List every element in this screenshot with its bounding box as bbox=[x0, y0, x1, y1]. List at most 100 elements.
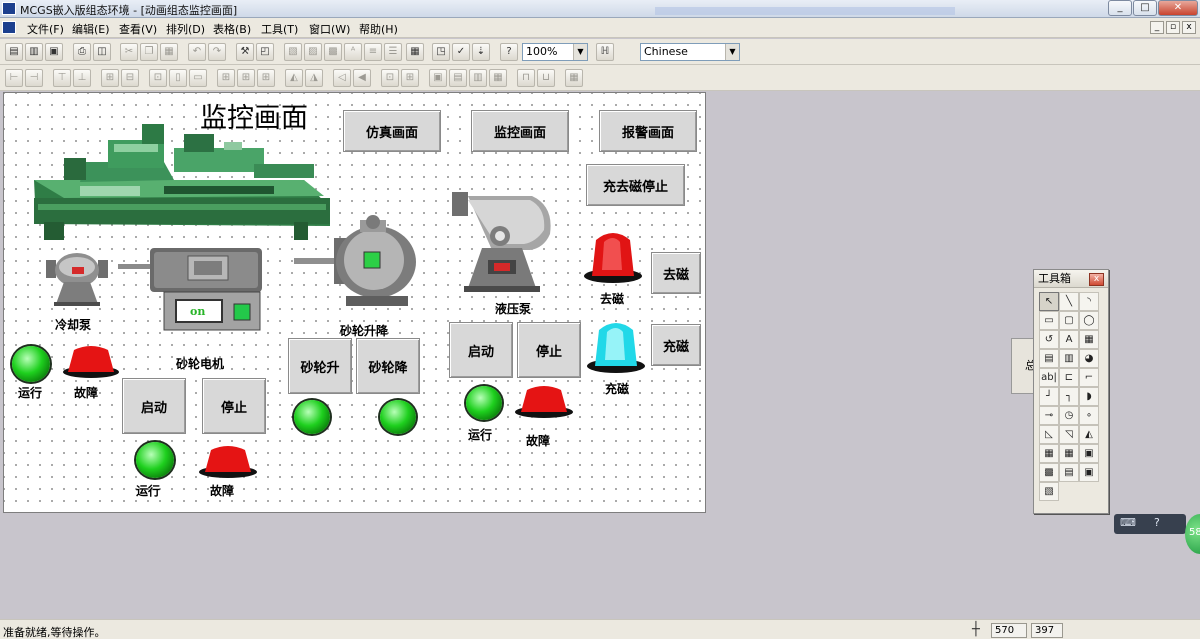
align-center-h-icon[interactable]: ⊞ bbox=[101, 69, 119, 87]
cut-icon[interactable]: ✂ bbox=[120, 43, 138, 61]
align-center-v-icon[interactable]: ⊟ bbox=[121, 69, 139, 87]
close-button[interactable]: ✕ bbox=[1158, 0, 1198, 16]
format-icon[interactable]: ▧ bbox=[284, 43, 302, 61]
keyboard-icon[interactable]: ⌨ bbox=[1120, 516, 1136, 529]
list-tool-icon[interactable]: ▤ bbox=[1059, 463, 1079, 482]
bring-front-icon[interactable]: ▣ bbox=[429, 69, 447, 87]
rotate-right-icon[interactable]: ◀ bbox=[353, 69, 371, 87]
tools-icon[interactable]: ⚒ bbox=[236, 43, 254, 61]
custom-window-icon[interactable]: ▣ bbox=[1079, 463, 1099, 482]
bar-chart-tool-icon[interactable]: ▩ bbox=[1039, 463, 1059, 482]
wheel-up-button[interactable]: 砂轮升 bbox=[288, 338, 352, 394]
same-width-icon[interactable]: ⊡ bbox=[149, 69, 167, 87]
flip-v-icon[interactable]: ◮ bbox=[305, 69, 323, 87]
toolbox-icon[interactable]: ◰ bbox=[256, 43, 274, 61]
help-icon[interactable]: ? bbox=[500, 43, 518, 61]
chevron-down-icon[interactable]: ▼ bbox=[725, 44, 739, 60]
properties-icon[interactable]: ◳ bbox=[432, 43, 450, 61]
wheel-down-button[interactable]: 砂轮降 bbox=[356, 338, 420, 394]
fill-icon[interactable]: ▨ bbox=[304, 43, 322, 61]
send-back-icon[interactable]: ▤ bbox=[449, 69, 467, 87]
align-bottom-icon[interactable]: ⊥ bbox=[73, 69, 91, 87]
rectangle-tool-icon[interactable]: ▭ bbox=[1039, 311, 1059, 330]
toolbox-close-button[interactable]: x bbox=[1089, 273, 1104, 286]
button-tool-icon[interactable]: ⌐ bbox=[1079, 368, 1099, 387]
alarm-screen-button[interactable]: 报警画面 bbox=[599, 110, 697, 152]
flip-h-icon[interactable]: ◭ bbox=[285, 69, 303, 87]
report-tool-icon[interactable]: ▦ bbox=[1059, 444, 1079, 463]
menu-window[interactable]: 窗口(W) bbox=[309, 21, 350, 37]
zoom-select[interactable]: 100% ▼ bbox=[522, 43, 588, 61]
label-tool-icon[interactable]: A bbox=[1059, 330, 1079, 349]
input-box-icon[interactable]: ab| bbox=[1039, 368, 1059, 387]
mag-demag-stop-button[interactable]: 充去磁停止 bbox=[586, 164, 685, 206]
language-select[interactable]: Chinese ▼ bbox=[640, 43, 740, 61]
magnetize-button[interactable]: 充磁 bbox=[651, 324, 701, 366]
history-chart-icon[interactable]: ◹ bbox=[1059, 425, 1079, 444]
language-icon[interactable]: ℍ bbox=[596, 43, 614, 61]
menu-table[interactable]: 表格(B) bbox=[213, 21, 251, 37]
print-icon[interactable]: ⎙ bbox=[73, 43, 91, 61]
arc-tool-icon[interactable]: ◝ bbox=[1079, 292, 1099, 311]
menu-tools[interactable]: 工具(T) bbox=[261, 21, 298, 37]
space-v-icon[interactable]: ⊞ bbox=[237, 69, 255, 87]
same-size-icon[interactable]: ▭ bbox=[189, 69, 207, 87]
save-icon[interactable]: ▣ bbox=[45, 43, 63, 61]
menu-view[interactable]: 查看(V) bbox=[119, 21, 157, 37]
rotate-left-icon[interactable]: ◁ bbox=[333, 69, 351, 87]
menu-help[interactable]: 帮助(H) bbox=[359, 21, 398, 37]
menu-arrange[interactable]: 排列(D) bbox=[166, 21, 205, 37]
bitmap-tool-icon[interactable]: ▦ bbox=[1079, 330, 1099, 349]
preview-icon[interactable]: ◫ bbox=[93, 43, 111, 61]
ellipse-tool-icon[interactable]: ◯ bbox=[1079, 311, 1099, 330]
polyline-tool-icon[interactable]: ↺ bbox=[1039, 330, 1059, 349]
font-icon[interactable]: ᴬ bbox=[344, 43, 362, 61]
paste-icon[interactable]: ▦ bbox=[160, 43, 178, 61]
line-tool-icon[interactable]: ╲ bbox=[1059, 292, 1079, 311]
mdi-restore-button[interactable]: ▫ bbox=[1166, 21, 1180, 34]
trend-chart-icon[interactable]: ◺ bbox=[1039, 425, 1059, 444]
image-tool-icon[interactable]: ▧ bbox=[1039, 482, 1059, 501]
rotation-tool-icon[interactable]: ∘ bbox=[1079, 406, 1099, 425]
animation-icon[interactable]: ◕ bbox=[1079, 349, 1099, 368]
undo-icon[interactable]: ↶ bbox=[188, 43, 206, 61]
align-top-icon[interactable]: ⊤ bbox=[53, 69, 71, 87]
unlock-icon[interactable]: ⊔ bbox=[537, 69, 555, 87]
forward-icon[interactable]: ▥ bbox=[469, 69, 487, 87]
line-width-icon[interactable]: ☰ bbox=[384, 43, 402, 61]
table-icon[interactable]: ▦ bbox=[565, 69, 583, 87]
gauge-tool-icon[interactable]: ◷ bbox=[1059, 406, 1079, 425]
chevron-down-icon[interactable]: ▼ bbox=[573, 44, 587, 60]
side-panel-tab[interactable]: 总 bbox=[1011, 338, 1036, 394]
open-icon[interactable]: ▥ bbox=[25, 43, 43, 61]
check-icon[interactable]: ✓ bbox=[452, 43, 470, 61]
wheel-motor-stop-button[interactable]: 停止 bbox=[202, 378, 266, 434]
rounded-rect-tool-icon[interactable]: ▢ bbox=[1059, 311, 1079, 330]
align-left-icon[interactable]: ⊢ bbox=[5, 69, 23, 87]
minimize-button[interactable]: _ bbox=[1108, 0, 1132, 16]
download-icon[interactable]: ⇣ bbox=[472, 43, 490, 61]
flow-block-icon[interactable]: ⊏ bbox=[1059, 368, 1079, 387]
wheel-motor-start-button[interactable]: 启动 bbox=[122, 378, 186, 434]
corner-tool-icon[interactable]: ┘ bbox=[1039, 387, 1059, 406]
space-h-icon[interactable]: ⊞ bbox=[217, 69, 235, 87]
menu-edit[interactable]: 编辑(E) bbox=[72, 21, 110, 37]
grid-icon[interactable]: ▦ bbox=[406, 43, 424, 61]
pipe-tool-icon[interactable]: ▥ bbox=[1059, 349, 1079, 368]
monitor-screen-button[interactable]: 监控画面 bbox=[471, 110, 569, 152]
redo-icon[interactable]: ↷ bbox=[208, 43, 226, 61]
demagnetize-button[interactable]: 去磁 bbox=[651, 252, 701, 294]
line-color-icon[interactable]: ▩ bbox=[324, 43, 342, 61]
table-tool-icon[interactable]: ▦ bbox=[1039, 444, 1059, 463]
group-box-icon[interactable]: ▣ bbox=[1079, 444, 1099, 463]
menu-file[interactable]: 文件(F) bbox=[27, 21, 64, 37]
group-icon[interactable]: ⊡ bbox=[381, 69, 399, 87]
center-icon[interactable]: ⊞ bbox=[257, 69, 275, 87]
line-style-icon[interactable]: ≡ bbox=[364, 43, 382, 61]
ungroup-icon[interactable]: ⊞ bbox=[401, 69, 419, 87]
simulation-screen-button[interactable]: 仿真画面 bbox=[343, 110, 441, 152]
step-tool-icon[interactable]: ┐ bbox=[1059, 387, 1079, 406]
slider-tool-icon[interactable]: ⊸ bbox=[1039, 406, 1059, 425]
element-library-icon[interactable]: ▤ bbox=[1039, 349, 1059, 368]
align-right-icon[interactable]: ⊣ bbox=[25, 69, 43, 87]
